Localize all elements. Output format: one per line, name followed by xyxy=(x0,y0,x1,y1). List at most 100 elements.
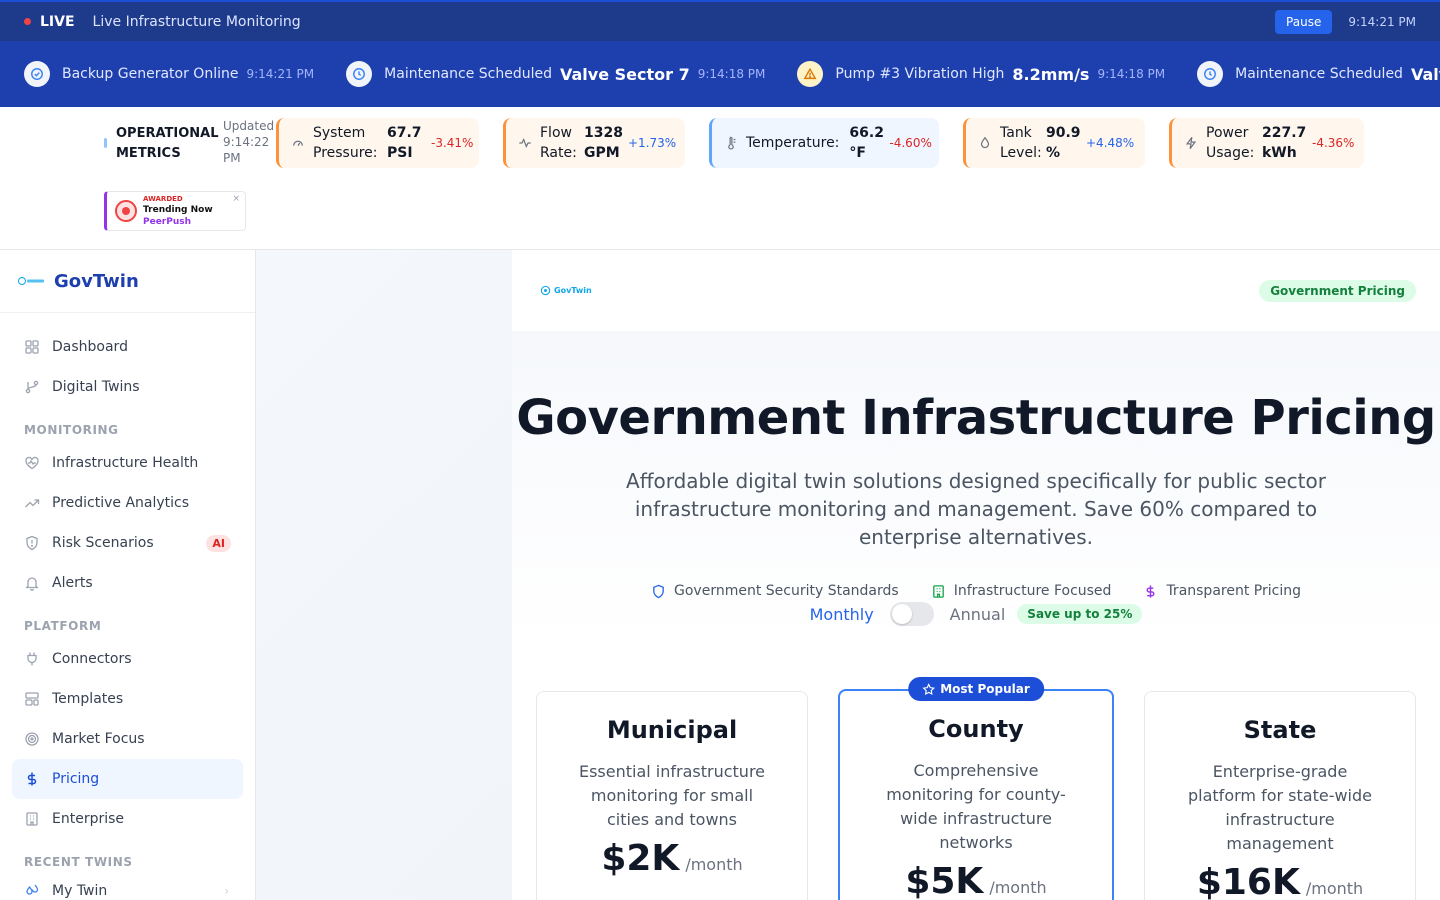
sidebar-item-dashboard[interactable]: Dashboard xyxy=(12,327,243,367)
event-ticker: Backup Generator Online 9:14:21 PM Maint… xyxy=(0,41,1440,107)
brand-name: GovTwin xyxy=(54,270,139,292)
plan-card-county: Most Popular County Comprehensive monito… xyxy=(838,677,1114,900)
plan-price-period: /month xyxy=(685,855,743,874)
ticker-time: 9:14:18 PM xyxy=(697,67,766,81)
sidebar-item-label: My Twin xyxy=(52,883,108,899)
thermometer-icon xyxy=(728,136,736,150)
heart-pulse-icon xyxy=(25,456,39,470)
metric-card-flow-rate: Flow Rate: 1328 GPM +1.73% xyxy=(503,118,685,168)
sidebar-item-market-focus[interactable]: Market Focus xyxy=(12,719,243,759)
ticker-item: Backup Generator Online 9:14:21 PM xyxy=(24,61,314,87)
sidebar-section-monitoring: MONITORING xyxy=(24,423,119,437)
sidebar-item-infrastructure-health[interactable]: Infrastructure Health xyxy=(12,443,243,483)
metric-value: 227.7 kWh xyxy=(1262,125,1307,161)
feature-label: Government Security Standards xyxy=(674,583,899,599)
metric-change: -3.41% xyxy=(431,136,474,150)
droplets-icon xyxy=(26,884,39,895)
live-status-bar: LIVE Live Infrastructure Monitoring Paus… xyxy=(0,0,1440,41)
pause-button[interactable]: Pause xyxy=(1275,9,1333,34)
close-icon[interactable]: × xyxy=(232,194,240,204)
metric-name: Power Usage: xyxy=(1206,125,1255,161)
trending-up-icon xyxy=(25,499,40,508)
government-pricing-badge: Government Pricing xyxy=(1259,279,1416,302)
billing-monthly-label[interactable]: Monthly xyxy=(810,605,874,624)
ticker-item: Maintenance Scheduled Valve Sect xyxy=(1197,61,1440,87)
sidebar-item-predictive-analytics[interactable]: Predictive Analytics xyxy=(12,483,243,523)
sidebar-item-risk-scenarios[interactable]: Risk Scenarios AI xyxy=(12,523,243,563)
ai-badge: AI xyxy=(206,534,231,552)
dollar-sign-icon xyxy=(27,772,37,786)
award-medal-icon xyxy=(115,200,137,222)
plan-description: Enterprise-grade platform for state-wide… xyxy=(1188,762,1372,853)
metric-card-tank-level: Tank Level: 90.9 % +4.48% xyxy=(963,118,1145,168)
plan-card-municipal: Municipal Essential infrastructure monit… xyxy=(536,691,808,900)
sidebar-item-my-twin[interactable]: My Twin › xyxy=(12,875,243,900)
ticker-text: Backup Generator Online xyxy=(62,66,239,82)
sidebar-item-alerts[interactable]: Alerts xyxy=(12,563,243,603)
plan-price: $5K/month xyxy=(840,861,1112,900)
metrics-title: OPERATIONAL METRICS xyxy=(116,126,219,161)
billing-annual-label[interactable]: Annual xyxy=(950,605,1006,624)
sidebar-section-platform: PLATFORM xyxy=(24,619,102,633)
header-logo[interactable]: GovTwin xyxy=(540,285,592,296)
award-title: Trending Now xyxy=(143,204,213,215)
metric-name: Flow Rate: xyxy=(540,125,577,161)
sidebar-item-label: Templates xyxy=(52,691,124,707)
metric-value: 67.7 PSI xyxy=(387,125,422,161)
sidebar-item-connectors[interactable]: Connectors xyxy=(12,639,243,679)
sidebar-brand[interactable]: GovTwin xyxy=(0,250,255,313)
billing-period-toggle[interactable] xyxy=(889,602,934,626)
live-indicator-dot xyxy=(24,18,31,25)
plan-card-state: State Enterprise-grade platform for stat… xyxy=(1144,691,1416,900)
live-time: 9:14:21 PM xyxy=(1348,14,1416,29)
dashboard-icon xyxy=(25,340,39,354)
most-popular-label: Most Popular xyxy=(940,682,1030,696)
clock-icon xyxy=(346,61,373,87)
feature-list: Government Security Standards Infrastruc… xyxy=(512,583,1440,599)
feature-item: Infrastructure Focused xyxy=(931,583,1111,599)
sidebar-item-label: Connectors xyxy=(52,651,132,667)
shield-icon xyxy=(653,584,664,598)
plan-name: Municipal xyxy=(606,716,738,744)
plug-icon xyxy=(27,652,37,666)
layout-template-icon xyxy=(25,692,39,706)
metric-name: Temperature: xyxy=(746,135,840,151)
ticker-item: Pump #3 Vibration High 8.2mm/s 9:14:18 P… xyxy=(797,61,1165,87)
plan-price-period: /month xyxy=(989,878,1047,897)
metrics-accent-bar xyxy=(104,138,107,148)
zap-icon xyxy=(1185,136,1197,150)
metric-change: -4.36% xyxy=(1312,136,1355,150)
award-brand: PeerPush xyxy=(143,216,192,227)
sidebar-section-recent-twins: RECENT TWINS xyxy=(24,855,133,869)
sidebar-item-label: Risk Scenarios xyxy=(52,535,154,551)
most-popular-badge: Most Popular xyxy=(908,677,1044,701)
sidebar-item-enterprise[interactable]: Enterprise xyxy=(12,799,243,839)
sidebar-item-digital-twins[interactable]: Digital Twins xyxy=(12,367,243,407)
live-label: LIVE xyxy=(40,13,75,30)
peerpush-award-badge[interactable]: AWARDED Trending Now PeerPush × xyxy=(104,191,246,231)
sidebar-item-label: Digital Twins xyxy=(52,379,140,395)
metric-card-temperature: Temperature: 66.2 °F -4.60% xyxy=(709,118,939,168)
sidebar-item-templates[interactable]: Templates xyxy=(12,679,243,719)
sidebar-item-pricing[interactable]: Pricing xyxy=(12,759,243,799)
brand-logo xyxy=(18,276,46,286)
plan-price-amount: $16K xyxy=(1196,862,1300,900)
chevron-right-icon: › xyxy=(224,884,229,898)
plan-price: $2K/month xyxy=(537,838,807,879)
metric-name: Tank Level: xyxy=(1000,125,1042,161)
plan-price-period: /month xyxy=(1305,879,1364,898)
sidebar-item-label: Pricing xyxy=(52,771,100,787)
star-icon xyxy=(922,682,935,695)
ticker-text: Maintenance Scheduled xyxy=(1235,66,1403,82)
metric-value: 66.2 °F xyxy=(849,125,884,161)
ticker-value: Valve Sector 7 xyxy=(560,64,690,84)
sidebar-item-label: Market Focus xyxy=(52,731,145,747)
metric-change: -4.60% xyxy=(889,136,932,150)
check-circle-icon xyxy=(24,61,50,87)
save-badge: Save up to 25% xyxy=(1017,604,1143,624)
plan-name: County xyxy=(928,715,1024,743)
sidebar-item-label: Predictive Analytics xyxy=(52,495,190,511)
shield-alert-icon xyxy=(26,535,38,551)
warning-icon xyxy=(797,61,824,87)
sidebar-item-label: Dashboard xyxy=(52,339,128,355)
